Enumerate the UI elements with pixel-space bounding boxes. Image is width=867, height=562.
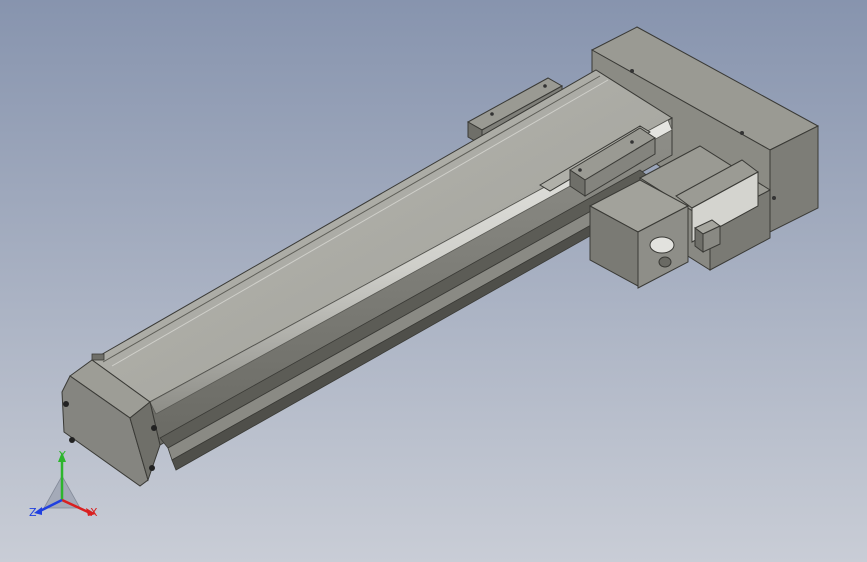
- z-axis-label: Z: [29, 506, 37, 519]
- x-axis-label: X: [90, 506, 98, 519]
- y-axis-label: Y: [58, 449, 66, 462]
- cad-viewport[interactable]: Y X Z: [0, 0, 867, 562]
- coordinate-triad[interactable]: Y X Z: [29, 449, 98, 519]
- actuator-body: [91, 69, 673, 471]
- model-render[interactable]: Y X Z: [0, 0, 867, 562]
